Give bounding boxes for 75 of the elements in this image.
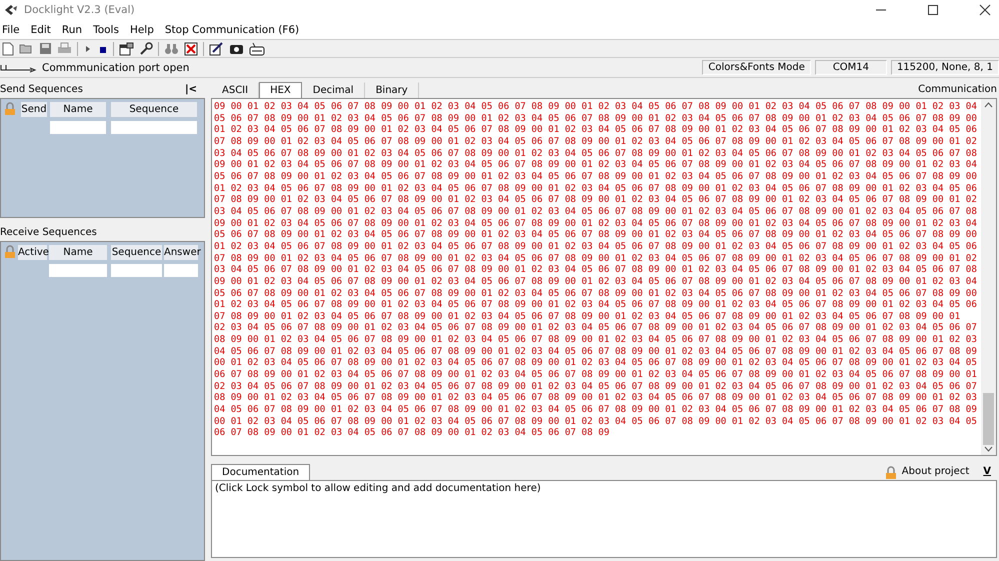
- edit-note-icon[interactable]: [209, 42, 224, 56]
- lock-icon[interactable]: [884, 466, 898, 480]
- hex-data-line: 05 06 07 08 09 00 01 02 03 04 05 06 07 08 09 00 01 02 03 04 05 06 07 08 09 00 01 02 03 04 05 06 07 08 09 00 01 02 03 04 05 06 07 08 09 00: [214, 288, 978, 300]
- scroll-thumb[interactable]: [983, 393, 994, 445]
- hex-data-line: 07 08 09 00 01 02 03 04 05 06 07 08 09 00 01 02 03 04 05 06 07 08 09 00 01 02 03 04 05 06 07 08 09 00 01 02 03 04 05 06 07 08 09 00 01 02: [214, 136, 978, 148]
- maximize-icon[interactable]: [927, 4, 939, 16]
- hex-data-line: 05 06 07 08 09 00 01 02 03 04 05 06 07 08 09 00 01 02 03 04 05 06 07 08 09 00 01 02 03 04 05 06 07 08 09 00 01 02 03 04 05 06 07 08 09 00: [214, 112, 978, 124]
- expand-toggle[interactable]: V: [983, 466, 991, 480]
- column-header: Send: [21, 102, 47, 117]
- documentation-text-area[interactable]: (Click Lock symbol to allow editing and add documentation here): [211, 480, 997, 558]
- hex-data-line: 01 02 03 04 05 06 07 08 09 00 01 02 03 04 05 06 07 08 09 00 01 02 03 04 05 06 07 08 09 00 01 02 03 04 05 06 07 08 09 00 01 02 03 04 05 06: [214, 182, 978, 194]
- menu-item[interactable]: Stop Communication (F6): [164, 24, 300, 36]
- mode-status-field: Colors&Fonts Mode: [702, 60, 811, 75]
- panel-title: Send Sequences: [0, 84, 83, 95]
- clear-icon[interactable]: [184, 42, 198, 56]
- hex-data-line: 05 06 07 08 09 00 01 02 03 04 05 06 07 08 09 00 01 02 03 04 05 06 07 08 09 00 01 02 03 04 05 06 07 08 09 00 01 02 03 04 05 06 07 08 09 00: [214, 229, 978, 241]
- hex-data-line: 06 07 08 09 00 01 02 03 04 05 06 07 08 09 00 01 02 03 04 05 06 07 08 09 00 01 02 03 04 05 06 07 08 09 00 01 02 03 04 05 06 07 08 09 00 01: [214, 369, 978, 381]
- save-icon[interactable]: [39, 42, 52, 55]
- new-file-icon[interactable]: [2, 42, 14, 56]
- hex-data-line: 04 05 06 07 08 09 00 01 02 03 04 05 06 07 08 09 00 01 02 03 04 05 06 07 08 09 00 01 02 03 04 05 06 07 08 09 00 01 02 03 04 05 06 07 08 09: [214, 404, 978, 416]
- input-field[interactable]: [50, 121, 106, 134]
- hex-data-line: 02 03 04 05 06 07 08 09 00 01 02 03 04 05 06 07 08 09 00 01 02 03 04 05 06 07 08 09 00 01 02 03 04 05 06 07 08 09 00 01 02 03 04 05 06 07: [214, 380, 978, 392]
- hex-data-line: 01 02 03 04 05 06 07 08 09 00 01 02 03 04 05 06 07 08 09 00 01 02 03 04 05 06 07 08 09 00 01 02 03 04 05 06 07 08 09 00 01 02 03 04 05 06: [214, 240, 978, 253]
- hex-data-line: 07 08 09 00 01 02 03 04 05 06 07 08 09 00 01 02 03 04 05 06 07 08 09 00 01 02 03 04 05 06 07 08 09 00 01 02 03 04 05 06 07 08 09 00 01 02: [214, 252, 978, 264]
- menu-item[interactable]: Tools: [93, 24, 119, 36]
- column-header: Sequence: [111, 102, 197, 117]
- hex-data-line: 09 00 01 02 03 04 05 06 07 08 09 00 01 02 03 04 05 06 07 08 09 00 01 02 03 04 05 06 07 08 09 00 01 02 03 04 05 06 07 08 09 00 01 02 03 04: [214, 159, 978, 171]
- hex-data-line: 00 01 02 03 04 05 06 07 08 09 00 01 02 03 04 05 06 07 08 09 00 01 02 03 04 05 06 07 08 09 00 01 02 03 04 05 06 07 08 09 00 01 02 03 04 05: [214, 357, 978, 370]
- column-header: Name: [50, 102, 106, 117]
- menu-item[interactable]: File: [2, 24, 20, 36]
- port-status-text: Commmunication port open: [42, 62, 190, 74]
- hex-data-line: 04 05 06 07 08 09 00 01 02 03 04 05 06 07 08 09 00 01 02 03 04 05 06 07 08 09 00 01 02 03 04 05 06 07 08 09 00 01 02 03 04 05 06 07 08 09: [214, 346, 978, 358]
- camera-icon[interactable]: [229, 42, 244, 55]
- tab[interactable]: HEX: [259, 82, 302, 98]
- hex-data-line: 03 04 05 06 07 08 09 00 01 02 03 04 05 06 07 08 09 00 01 02 03 04 05 06 07 08 09 00 01 02 03 04 05 06 07 08 09 00 01 02 03 04 05 06 07 08: [214, 264, 978, 276]
- menu-item[interactable]: Run: [62, 24, 82, 36]
- hex-data-line: 01 02 03 04 05 06 07 08 09 00 01 02 03 04 05 06 07 08 09 00 01 02 03 04 05 06 07 08 09 00 01 02 03 04 05 06 07 08 09 00 01 02 03 04 05 06: [214, 299, 978, 311]
- hex-data-line: 07 08 09 00 01 02 03 04 05 06 07 08 09 00 01 02 03 04 05 06 07 08 09 00 01 02 03 04 05 06 07 08 09 00 01 02 03 04 05 06 07 08 09 00 01: [214, 310, 962, 322]
- column-header: Name: [49, 245, 107, 260]
- column-header: Sequence: [111, 245, 162, 260]
- folder-icon[interactable]: [19, 42, 34, 55]
- hex-data-line: 01 02 03 04 05 06 07 08 09 00 01 02 03 04 05 06 07 08 09 00 01 02 03 04 05 06 07 08 09 00 01 02 03 04 05 06 07 08 09 00 01 02 03 04 05 06: [214, 124, 978, 136]
- hex-data-line: 03 04 05 06 07 08 09 00 01 02 03 04 05 06 07 08 09 00 01 02 03 04 05 06 07 08 09 00 01 02 03 04 05 06 07 08 09 00 01 02 03 04 05 06 07 08: [214, 148, 978, 160]
- hex-data-line: 05 06 07 08 09 00 01 02 03 04 05 06 07 08 09 00 01 02 03 04 05 06 07 08 09 00 01 02 03 04 05 06 07 08 09 00 01 02 03 04 05 06 07 08 09 00: [214, 170, 978, 183]
- panel-title: Communication: [918, 84, 997, 97]
- hex-data-line: 06 07 08 09 00 01 02 03 04 05 06 07 08 09 00 01 02 03 04 05 06 07 08 09: [214, 427, 610, 440]
- column-header: Active: [18, 245, 47, 260]
- hex-data-line: 08 09 00 01 02 03 04 05 06 07 08 09 00 01 02 03 04 05 06 07 08 09 00 01 02 03 04 05 06 07 08 09 00 01 02 03 04 05 06 07 08 09 00 01 02 03: [214, 392, 978, 404]
- close-icon[interactable]: [979, 4, 991, 16]
- cable-icon: [0, 62, 38, 72]
- hex-data-line: 09 00 01 02 03 04 05 06 07 08 09 00 01 02 03 04 05 06 07 08 09 00 01 02 03 04 05 06 07 08 09 00 01 02 03 04 05 06 07 08 09 00 01 02 03 04: [214, 101, 978, 113]
- window-title: Docklight V2.3 (Eval): [24, 4, 135, 16]
- hex-data-line: 03 04 05 06 07 08 09 00 01 02 03 04 05 06 07 08 09 00 01 02 03 04 05 06 07 08 09 00 01 02 03 04 05 06 07 08 09 00 01 02 03 04 05 06 07 08: [214, 206, 978, 218]
- hex-data-line: 00 01 02 03 04 05 06 07 08 09 00 01 02 03 04 05 06 07 08 09 00 01 02 03 04 05 06 07 08 09 00 01 02 03 04 05 06 07 08 09 00 01 02 03 04 05: [214, 416, 978, 428]
- hex-data-line: 08 09 00 01 02 03 04 05 06 07 08 09 00 01 02 03 04 05 06 07 08 09 00 01 02 03 04 05 06 07 08 09 00 01 02 03 04 05 06 07 08 09 00 01 02 03: [214, 334, 978, 346]
- input-field[interactable]: [49, 264, 107, 277]
- menu-item[interactable]: Help: [130, 24, 154, 36]
- menu-item[interactable]: Edit: [30, 24, 51, 36]
- input-field[interactable]: [111, 121, 197, 134]
- binoculars-icon[interactable]: [164, 42, 179, 55]
- input-field[interactable]: [164, 264, 198, 277]
- documentation-tab[interactable]: Documentation: [211, 464, 310, 480]
- hex-data-line: 09 00 01 02 03 04 05 06 07 08 09 00 01 02 03 04 05 06 07 08 09 00 01 02 03 04 05 06 07 08 09 00 01 02 03 04 05 06 07 08 09 00 01 02 03 04: [214, 276, 978, 288]
- input-field[interactable]: [111, 264, 162, 277]
- settings-status-field: 115200, None, 8, 1: [890, 60, 999, 75]
- scrollbar[interactable]: [981, 99, 996, 455]
- app-logo-icon: [4, 4, 18, 16]
- panel-title: Receive Sequences: [0, 227, 97, 238]
- hex-data-line: 02 03 04 05 06 07 08 09 00 01 02 03 04 05 06 07 08 09 00 01 02 03 04 05 06 07 08 09 00 01 02 03 04 05 06 07 08 09 00 01 02 03 04 05 06 07: [214, 322, 978, 334]
- port-status-field: COM14: [814, 60, 887, 75]
- window-settings-icon[interactable]: [119, 42, 134, 56]
- about-project-link[interactable]: About project: [902, 466, 970, 480]
- hex-data-line: 07 08 09 00 01 02 03 04 05 06 07 08 09 00 01 02 03 04 05 06 07 08 09 00 01 02 03 04 05 06 07 08 09 00 01 02 03 04 05 06 07 08 09 00 01 02: [214, 194, 978, 206]
- hex-data-line: 09 00 01 02 03 04 05 06 07 08 09 00 01 02 03 04 05 06 07 08 09 00 01 02 03 04 05 06 07 08 09 00 01 02 03 04 05 06 07 08 09 00 01 02 03 04: [214, 218, 978, 230]
- collapse-button[interactable]: |<: [184, 84, 197, 95]
